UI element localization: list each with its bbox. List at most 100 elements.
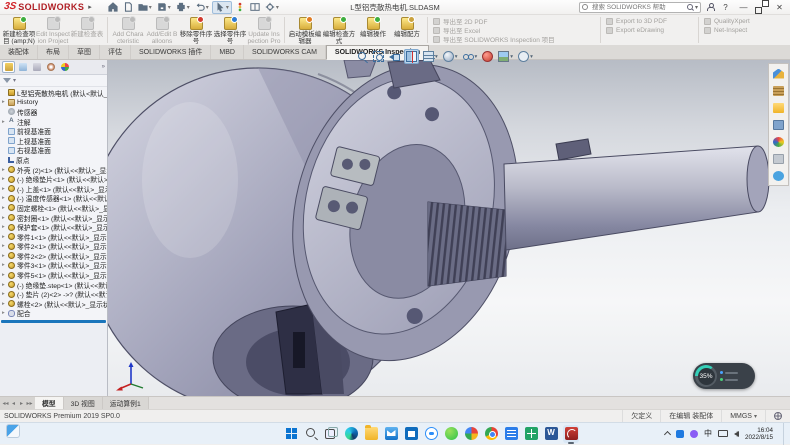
taskbar-app[interactable] xyxy=(303,425,319,443)
task-pane-tab[interactable] xyxy=(771,118,786,131)
show-desktop-button[interactable] xyxy=(783,423,786,445)
close-button[interactable]: ✕ xyxy=(773,1,786,14)
help-search-box[interactable]: ▾ xyxy=(579,2,701,13)
quick-access-button[interactable]: ▾ xyxy=(174,1,192,14)
quick-access-button[interactable]: ▾ xyxy=(263,1,281,14)
quick-access-button[interactable]: ▾ xyxy=(106,1,120,14)
tree-item[interactable]: ▸ L型铝壳散热电机 (默认<默认_显示状态-1>) xyxy=(0,88,107,98)
task-pane-tab[interactable] xyxy=(771,101,786,114)
panel-tab[interactable] xyxy=(44,61,57,73)
tree-item[interactable]: ▸ 密封圈<1> (默认<<默认>_显示状态 xyxy=(0,213,107,223)
tab-scroll-last-icon[interactable]: ▸▸ xyxy=(26,400,33,407)
quick-access-button[interactable]: ▾ xyxy=(193,1,211,14)
search-input[interactable] xyxy=(590,3,685,12)
tree-item[interactable]: ▸ 前视基准面 xyxy=(0,126,107,136)
panel-tab[interactable] xyxy=(58,61,71,73)
tree-item[interactable]: ▸ 外壳 (2)<1> (默认<<默认>_显示状态 xyxy=(0,165,107,175)
tree-item[interactable]: ▸ 零件2<1> (默认<<默认>_显示状态 xyxy=(0,242,107,252)
taskbar-app[interactable] xyxy=(423,425,439,443)
panel-tab[interactable] xyxy=(30,61,43,73)
view-tool-button[interactable]: ▾ xyxy=(372,50,385,63)
task-pane-tab[interactable] xyxy=(771,152,786,165)
tree-item[interactable]: ▸ 保护套<1> (默认<<默认>_显示状态 xyxy=(0,222,107,232)
tree-item[interactable]: ▸ 固定螺栓<1> (默认<<默认>_显示状 xyxy=(0,203,107,213)
ribbon-quality-button[interactable]: Net-Inspect xyxy=(704,26,776,34)
widgets-icon[interactable] xyxy=(6,424,20,438)
help-button[interactable]: ? xyxy=(719,1,732,14)
tree-item[interactable]: ▸ 零件2<2> (默认<<默认>_显示状态 xyxy=(0,251,107,261)
ime-indicator[interactable]: 中 xyxy=(704,428,712,439)
command-tab[interactable]: SOLIDWORKS 插件 xyxy=(131,45,211,59)
ribbon-button[interactable]: 编辑配方 xyxy=(390,16,424,38)
tree-item[interactable]: ▸ 螺栓<2> (默认<<默认>_显示状态 xyxy=(0,299,107,309)
taskbar-app[interactable] xyxy=(443,425,459,443)
taskbar-app[interactable] xyxy=(383,425,399,443)
ribbon-button[interactable]: Add/Edit Balloons xyxy=(145,16,179,45)
quick-access-button[interactable]: ▾ xyxy=(212,1,232,14)
tab-scroll-next-icon[interactable]: ▸ xyxy=(18,400,25,407)
tray-app-purple-icon[interactable] xyxy=(690,430,698,438)
view-tool-button[interactable]: ▾ xyxy=(481,50,494,63)
command-tab[interactable]: 评估 xyxy=(100,45,131,59)
ribbon-export-button[interactable]: Export eDrawing xyxy=(606,26,693,34)
taskbar-app[interactable] xyxy=(463,425,479,443)
ribbon-button[interactable]: Add Characteristic xyxy=(111,16,145,45)
tree-item[interactable]: ▸ 零件1<1> (默认<<默认>_显示状态 xyxy=(0,232,107,242)
ribbon-export-button[interactable]: 导出至 2D PDF xyxy=(433,17,595,25)
ribbon-export-button[interactable]: Export to 3D PDF xyxy=(606,17,693,25)
tree-item[interactable]: ▸ 零件3<1> (默认<<默认>_显示状态 xyxy=(0,261,107,271)
ribbon-export-button[interactable]: 导出至 SOLIDWORKS Inspection 项目 xyxy=(433,35,595,43)
ribbon-button[interactable]: 编辑操作 xyxy=(356,16,390,38)
ribbon-quality-button[interactable]: QualityXpert xyxy=(704,17,776,25)
quick-access-button[interactable]: ▾ xyxy=(248,1,262,14)
ribbon-button[interactable]: 新建检查项目 (amp;N) xyxy=(2,16,36,45)
tree-item[interactable]: ▸ (-) 温度传感器<1> (默认<<默认>_显 xyxy=(0,194,107,204)
task-pane-tab[interactable] xyxy=(771,135,786,148)
quick-access-button[interactable]: ▾ xyxy=(233,1,247,14)
menu-expand-arrow[interactable]: ▸ xyxy=(88,3,92,11)
tree-item[interactable]: ▸ 传感器 xyxy=(0,107,107,117)
document-tab[interactable]: 模型 xyxy=(35,397,64,409)
taskbar-app[interactable] xyxy=(483,425,499,443)
tree-item[interactable]: ▸ 原点 xyxy=(0,155,107,165)
globe-status[interactable] xyxy=(765,410,790,422)
view-tool-button[interactable]: ▾ xyxy=(422,50,439,63)
search-scope-icon[interactable] xyxy=(582,4,588,10)
filter-icon[interactable] xyxy=(3,78,11,83)
tab-scroll-prev-icon[interactable]: ◂ xyxy=(10,400,17,407)
hidden-icons-chevron-icon[interactable] xyxy=(664,431,671,438)
command-tab[interactable]: MBD xyxy=(211,45,244,59)
tree-item[interactable]: ▸ 上视基准面 xyxy=(0,136,107,146)
taskbar-app[interactable] xyxy=(543,425,559,443)
taskbar-app[interactable] xyxy=(403,425,419,443)
view-tool-button[interactable]: ▾ xyxy=(462,50,479,63)
view-tool-button[interactable]: ▾ xyxy=(404,49,419,64)
ribbon-button[interactable]: 启动模板编辑器 xyxy=(288,16,322,45)
view-tool-button[interactable]: ▾ xyxy=(388,50,401,63)
taskbar-clock[interactable]: 16:04 2022/8/15 xyxy=(745,427,773,441)
ribbon-button[interactable]: 移除零件序号 xyxy=(179,16,213,45)
tree-item[interactable]: ▸ (-) 绝缘垫片<1> (默认<<默认>_显示状 xyxy=(0,174,107,184)
panel-tab[interactable] xyxy=(16,61,29,73)
overlay-zoom-widget[interactable]: 35% xyxy=(693,363,755,389)
taskbar-app[interactable] xyxy=(343,425,359,443)
ribbon-button[interactable]: 选择零件序号 xyxy=(213,16,247,45)
view-tool-button[interactable]: ▾ xyxy=(442,50,459,63)
tab-scroll-first-icon[interactable]: ◂◂ xyxy=(2,400,9,407)
task-pane-tab[interactable] xyxy=(771,84,786,97)
taskbar-app[interactable] xyxy=(503,425,519,443)
search-icon[interactable] xyxy=(687,4,693,10)
taskbar-app[interactable] xyxy=(563,425,579,443)
command-tab[interactable]: 布局 xyxy=(38,45,69,59)
minimize-button[interactable]: — xyxy=(737,1,750,14)
network-monitor-icon[interactable] xyxy=(718,430,728,437)
ribbon-button[interactable]: Edit Inspection Project xyxy=(36,16,70,45)
taskbar-app[interactable] xyxy=(363,425,379,443)
tree-item[interactable]: ▸ History xyxy=(0,98,107,108)
command-tab[interactable]: 草图 xyxy=(69,45,100,59)
search-caret-icon[interactable]: ▾ xyxy=(695,4,698,11)
document-tab[interactable]: 运动算例1 xyxy=(103,397,149,409)
ribbon-export-button[interactable]: 导出至 Excel xyxy=(433,26,595,34)
ribbon-button[interactable]: 新建检查表 xyxy=(70,16,104,38)
tree-item[interactable]: ▸ (-) 垫片 (2)<2> ->? (默认<<默认> xyxy=(0,289,107,299)
